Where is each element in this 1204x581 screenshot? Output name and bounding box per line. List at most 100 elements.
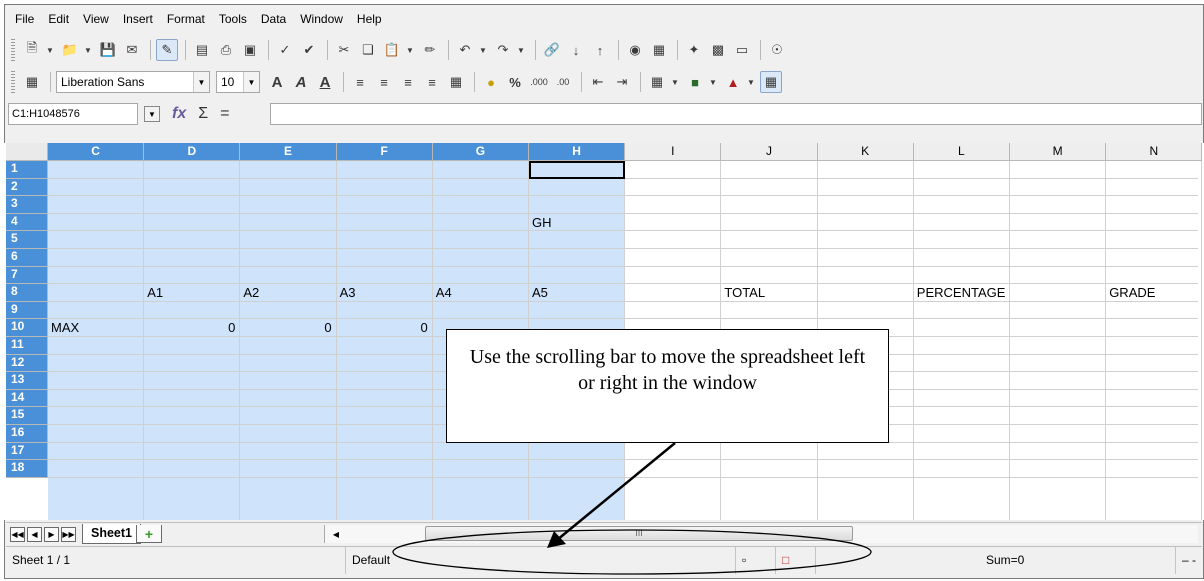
column-header-j[interactable]: J [721,143,818,161]
menu-format[interactable]: Format [167,12,205,26]
add-decimal-icon[interactable]: .00 [552,71,574,93]
row-header-10[interactable]: 10 [6,319,48,337]
active-cell-cursor[interactable] [529,161,626,179]
print-icon[interactable]: ⎙ [215,39,237,61]
row-header-11[interactable]: 11 [6,337,48,355]
menu-insert[interactable]: Insert [123,12,153,26]
chevron-down-icon[interactable]: ▼ [243,72,259,92]
align-center-icon[interactable]: ≡ [373,71,395,93]
menu-data[interactable]: Data [261,12,286,26]
cell-f8[interactable]: A3 [340,285,428,301]
increase-indent-icon[interactable]: ⇥ [611,71,633,93]
zoom-slider[interactable]: – - [1176,547,1202,574]
menu-help[interactable]: Help [357,12,382,26]
row-header-13[interactable]: 13 [6,372,48,390]
cell-h4[interactable]: GH [532,215,620,231]
name-box[interactable]: C1:H1048576 [8,103,138,125]
autospellcheck-icon[interactable]: ✔ [298,39,320,61]
insert-chart-icon[interactable]: ◉ [624,39,646,61]
chevron-down-icon[interactable]: ▼ [193,72,209,92]
italic-icon[interactable]: A [290,71,312,93]
percent-format-icon[interactable]: % [504,71,526,93]
chevron-down-icon[interactable]: ▼ [144,106,160,122]
cell-d10[interactable]: 0 [147,320,235,336]
menu-tools[interactable]: Tools [219,12,247,26]
menu-view[interactable]: View [83,12,109,26]
column-header-h[interactable]: H [529,143,626,161]
scroll-left-icon[interactable]: ◀ [329,525,343,543]
column-header-i[interactable]: I [625,143,722,161]
cell-l8[interactable]: PERCENTAGE [917,285,1006,301]
toggle-grid-icon[interactable]: ▦ [760,71,782,93]
selection-mode-icon[interactable]: ▫ [736,547,776,574]
first-sheet-icon[interactable]: ◀◀ [10,527,25,542]
font-color-icon[interactable]: ▲ [722,71,744,93]
row-header-8[interactable]: 8 [6,284,48,302]
row-header-12[interactable]: 12 [6,354,48,373]
row-header-16[interactable]: 16 [6,425,48,443]
data-sources-icon[interactable]: ▭ [731,39,753,61]
row-header-18[interactable]: 18 [6,460,48,478]
row-header-17[interactable]: 17 [6,442,48,461]
toolbar-grip[interactable] [11,71,15,93]
cell-n8[interactable]: GRADE [1109,285,1197,301]
scrollbar-thumb[interactable]: III [425,526,853,541]
email-icon[interactable]: ✉ [121,39,143,61]
save-icon[interactable]: 💾 [97,39,119,61]
column-header-n[interactable]: N [1106,143,1203,161]
redo-icon[interactable]: ↷ [492,39,514,61]
cell-c10[interactable]: MAX [51,320,139,336]
row-header-4[interactable]: 4 [6,213,48,232]
paste-dropdown-icon[interactable]: ▼ [405,39,415,61]
spellcheck-icon[interactable]: ✓ [274,39,296,61]
column-header-e[interactable]: E [240,143,337,161]
column-header-d[interactable]: D [144,143,241,161]
print-preview-icon[interactable]: ▣ [239,39,261,61]
merge-cells-icon[interactable]: ▦ [445,71,467,93]
currency-format-icon[interactable]: ● [480,71,502,93]
help-icon[interactable]: ☉ [766,39,788,61]
next-sheet-icon[interactable]: ▶ [44,527,59,542]
new-document-icon[interactable]: 🗎 [21,39,43,61]
toolbar-grip[interactable] [11,39,15,61]
export-pdf-icon[interactable]: ▤ [191,39,213,61]
previous-sheet-icon[interactable]: ◀ [27,527,42,542]
standard-format-icon[interactable]: .000 [528,71,550,93]
bold-icon[interactable]: A [266,71,288,93]
cut-icon[interactable]: ✂ [333,39,355,61]
redo-dropdown-icon[interactable]: ▼ [516,39,526,61]
row-header-2[interactable]: 2 [6,178,48,197]
new-dropdown-icon[interactable]: ▼ [45,39,55,61]
navigator-icon[interactable]: ✦ [683,39,705,61]
select-all-corner[interactable] [6,143,48,161]
justify-icon[interactable]: ≡ [421,71,443,93]
document-modified-icon[interactable]: □ [776,547,816,574]
hyperlink-icon[interactable]: 🔗 [541,39,563,61]
borders-icon[interactable]: ▦ [646,71,668,93]
undo-icon[interactable]: ↶ [454,39,476,61]
cell-j8[interactable]: TOTAL [724,285,812,301]
cell-g8[interactable]: A4 [436,285,524,301]
formula-input[interactable] [270,103,1202,125]
font-color-dropdown-icon[interactable]: ▼ [746,71,756,93]
row-header-7[interactable]: 7 [6,266,48,285]
paste-icon[interactable]: 📋 [381,39,403,61]
cell-e8[interactable]: A2 [243,285,331,301]
function-wizard-icon[interactable]: fx [172,105,186,123]
pivot-table-icon[interactable]: ▦ [648,39,670,61]
last-sheet-icon[interactable]: ▶▶ [61,527,76,542]
borders-dropdown-icon[interactable]: ▼ [670,71,680,93]
underline-icon[interactable]: A [314,71,336,93]
column-header-m[interactable]: M [1010,143,1107,161]
row-header-1[interactable]: 1 [6,161,48,179]
open-folder-icon[interactable]: 📁 [59,39,81,61]
font-name-combobox[interactable]: Liberation Sans ▼ [56,71,210,93]
background-color-icon[interactable]: ■ [684,71,706,93]
column-header-f[interactable]: F [336,143,433,161]
row-header-9[interactable]: 9 [6,301,48,320]
gallery-icon[interactable]: ▩ [707,39,729,61]
decrease-indent-icon[interactable]: ⇤ [587,71,609,93]
edit-mode-icon[interactable]: ✎ [156,39,178,61]
row-header-15[interactable]: 15 [6,407,48,425]
column-header-l[interactable]: L [913,143,1010,161]
